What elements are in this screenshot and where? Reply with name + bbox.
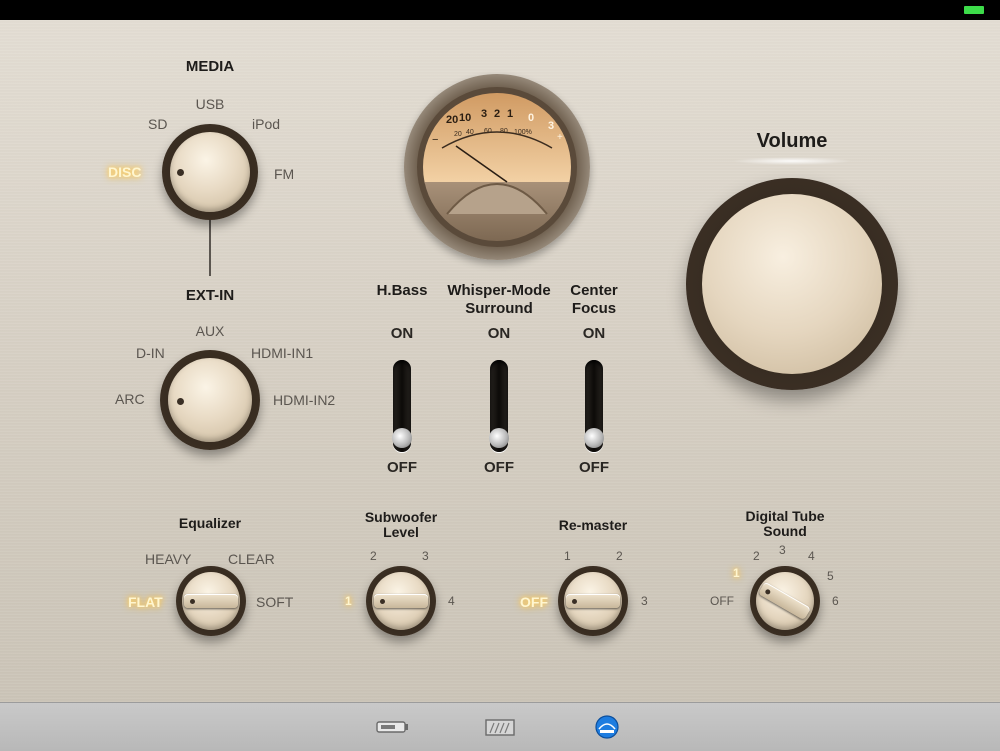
center-focus-switch[interactable] <box>584 360 604 452</box>
equalizer-title: Equalizer <box>178 515 242 531</box>
hbass-on-label: ON <box>390 325 414 342</box>
equalizer-option-heavy[interactable]: HEAVY <box>145 551 191 567</box>
tube-option-4[interactable]: 4 <box>808 549 815 563</box>
digital-tube-knob[interactable] <box>750 566 820 636</box>
ext-in-option-arc[interactable]: ARC <box>115 391 145 407</box>
meter-scale-1: 1 <box>507 108 514 120</box>
remaster-knob[interactable] <box>558 566 628 636</box>
subwoofer-option-1[interactable]: 1 <box>345 594 352 608</box>
media-option-disc[interactable]: DISC <box>108 164 141 180</box>
subwoofer-option-2[interactable]: 2 <box>370 549 377 563</box>
equalizer-screen-icon <box>485 719 515 736</box>
remaster-title: Re-master <box>558 517 628 533</box>
ext-in-option-hdmi-in2[interactable]: HDMI-IN2 <box>273 392 335 408</box>
tube-option-2[interactable]: 2 <box>753 549 760 563</box>
subwoofer-title-line2: Level <box>383 524 419 540</box>
ext-in-selector-knob[interactable] <box>160 350 260 450</box>
meter-pct-60: 60 <box>484 128 492 135</box>
meter-scale-0: 0 <box>528 112 535 124</box>
volume-knob[interactable] <box>686 178 898 390</box>
ext-in-option-hdmi-in1[interactable]: HDMI-IN1 <box>251 345 313 361</box>
meter-scale-3: 3 <box>481 108 488 120</box>
remaster-option-2[interactable]: 2 <box>616 549 623 563</box>
volume-indicator-dots <box>732 157 852 165</box>
device-icon <box>376 721 408 733</box>
tab-device[interactable] <box>374 711 410 743</box>
tab-amplifier[interactable] <box>589 711 625 743</box>
bottom-tab-bar <box>0 702 1000 751</box>
tube-title-line2: Sound <box>763 523 807 539</box>
subwoofer-level-knob[interactable] <box>366 566 436 636</box>
remaster-option-off[interactable]: OFF <box>520 594 548 610</box>
ext-in-title: EXT-IN <box>185 287 235 304</box>
hbass-title: H.Bass <box>376 282 428 299</box>
meter-pct-20: 20 <box>454 131 462 138</box>
meter-scale-20: 20 <box>446 114 459 126</box>
whisper-off-label: OFF <box>484 459 514 476</box>
meter-scale-2: 2 <box>494 108 501 120</box>
ext-in-option-aux[interactable]: AUX <box>196 323 225 339</box>
center-off-label: OFF <box>579 459 609 476</box>
equalizer-option-soft[interactable]: SOFT <box>256 594 293 610</box>
media-selector-knob[interactable] <box>162 124 258 220</box>
whisper-on-label: ON <box>487 325 511 342</box>
tube-title-line1: Digital Tube <box>745 508 825 524</box>
meter-scale-plus3: 3 <box>548 120 555 132</box>
whisper-title-line2: Surround <box>465 300 533 317</box>
whisper-mode-switch[interactable] <box>489 360 509 452</box>
meter-scale-plus: + <box>557 132 563 143</box>
tab-equalizer-screen[interactable] <box>482 711 518 743</box>
subwoofer-title-line1: Subwoofer <box>364 509 438 525</box>
whisper-title-line1: Whisper-Mode <box>447 282 551 299</box>
status-bar <box>0 0 1000 20</box>
equalizer-option-flat[interactable]: FLAT <box>128 594 163 610</box>
tube-option-3[interactable]: 3 <box>779 543 786 557</box>
media-option-fm[interactable]: FM <box>274 166 294 182</box>
subwoofer-option-4[interactable]: 4 <box>448 594 455 608</box>
hbass-off-label: OFF <box>387 459 417 476</box>
tube-option-off[interactable]: OFF <box>710 594 734 608</box>
subwoofer-option-3[interactable]: 3 <box>422 549 429 563</box>
meter-pct-100: 100% <box>514 129 532 136</box>
tube-option-5[interactable]: 5 <box>827 569 834 583</box>
media-link-line <box>209 216 211 276</box>
equalizer-knob[interactable] <box>176 566 246 636</box>
equalizer-option-clear[interactable]: CLEAR <box>228 551 275 567</box>
vu-meter: 20 10 3 2 1 0 3 − + 20 40 60 80 100% <box>404 74 590 260</box>
media-option-ipod[interactable]: iPod <box>252 116 280 132</box>
media-title: MEDIA <box>185 58 235 75</box>
center-title-line1: Center <box>570 282 618 299</box>
tube-option-1[interactable]: 1 <box>733 566 740 580</box>
meter-scale-10: 10 <box>459 112 472 124</box>
center-title-line2: Focus <box>571 300 617 317</box>
ext-in-option-d-in[interactable]: D-IN <box>136 345 165 361</box>
hbass-switch[interactable] <box>392 360 412 452</box>
media-option-sd[interactable]: SD <box>148 116 167 132</box>
remaster-option-1[interactable]: 1 <box>564 549 571 563</box>
meter-pct-80: 80 <box>500 128 508 135</box>
tube-option-6[interactable]: 6 <box>832 594 839 608</box>
amplifier-icon <box>595 715 619 739</box>
battery-icon <box>964 6 984 14</box>
meter-scale-minus: − <box>432 134 439 146</box>
meter-pct-40: 40 <box>466 129 474 136</box>
center-on-label: ON <box>582 325 606 342</box>
media-option-usb[interactable]: USB <box>196 96 225 112</box>
volume-title: Volume <box>756 130 828 152</box>
remaster-option-3[interactable]: 3 <box>641 594 648 608</box>
